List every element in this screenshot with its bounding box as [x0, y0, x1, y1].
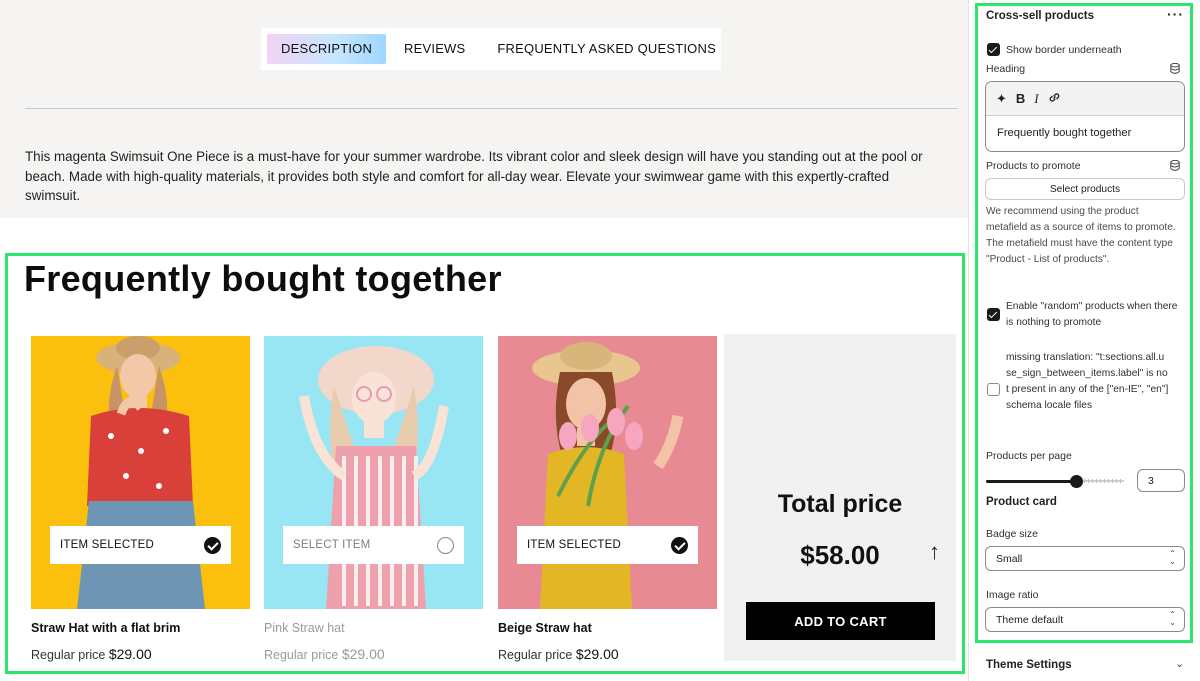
badge-size-value: Small [996, 553, 1023, 565]
select-products-button[interactable]: Select products [985, 178, 1185, 200]
slider-fill [986, 480, 1076, 483]
slider-ticks [1084, 479, 1124, 483]
image-ratio-value: Theme default [996, 614, 1064, 626]
dynamic-source-icon[interactable] [1170, 63, 1180, 74]
product-card-heading: Product card [986, 496, 1057, 508]
storefront-preview: DESCRIPTION REVIEWS FREQUENTLY ASKED QUE… [0, 0, 968, 681]
chevron-down-icon[interactable]: ⌄ [1175, 657, 1184, 670]
cross-sell-section-highlight [5, 253, 965, 674]
heading-input-value[interactable]: Frequently bought together [986, 116, 1184, 139]
products-to-promote-label: Products to promote [986, 160, 1081, 172]
use-sign-checkbox[interactable] [987, 383, 1000, 396]
italic-icon[interactable]: I [1034, 91, 1038, 107]
product-description-section: DESCRIPTION REVIEWS FREQUENTLY ASKED QUE… [0, 0, 968, 218]
dynamic-source-icon[interactable] [1170, 160, 1180, 171]
chevron-up-down-icon: ⌃ ⌄ [1169, 610, 1176, 627]
slider-thumb[interactable] [1070, 475, 1083, 488]
chevron-up-down-icon: ⌃ ⌄ [1169, 549, 1176, 566]
section-title: Cross-sell products [986, 10, 1094, 22]
badge-size-select[interactable]: Small ⌃ ⌄ [985, 546, 1185, 571]
products-per-page-label: Products per page [986, 450, 1072, 462]
rte-toolbar: ✦ B I [986, 82, 1184, 116]
sparkle-icon[interactable]: ✦ [996, 91, 1007, 107]
products-per-page-input[interactable]: 3 [1137, 469, 1185, 492]
badge-size-label: Badge size [986, 528, 1038, 540]
tab-description[interactable]: DESCRIPTION [267, 34, 387, 64]
image-ratio-label: Image ratio [986, 589, 1039, 601]
divider [25, 108, 958, 109]
theme-settings-header[interactable]: Theme Settings [986, 659, 1072, 671]
more-horizontal-icon[interactable]: ··· [1167, 6, 1184, 22]
tab-reviews[interactable]: REVIEWS [390, 34, 479, 64]
products-help-text: We recommend using the product metafield… [986, 206, 1176, 265]
bold-icon[interactable]: B [1016, 91, 1025, 106]
missing-translation-label: missing translation: "t:sections.all.use… [1006, 352, 1169, 411]
show-border-checkbox[interactable] [987, 43, 1000, 56]
product-tabs: DESCRIPTION REVIEWS FREQUENTLY ASKED QUE… [261, 28, 721, 70]
random-products-label: Enable "random" products when there is n… [1006, 301, 1178, 328]
heading-label: Heading [986, 63, 1026, 75]
tab-faq[interactable]: FREQUENTLY ASKED QUESTIONS [483, 34, 730, 64]
product-description: This magenta Swimsuit One Piece is a mus… [25, 149, 923, 203]
show-border-label: Show border underneath [1006, 44, 1122, 56]
heading-rich-text-editor[interactable]: ✦ B I Frequently bought together [985, 81, 1185, 152]
link-icon[interactable] [1048, 91, 1061, 107]
image-ratio-select[interactable]: Theme default ⌃ ⌄ [985, 607, 1185, 632]
random-products-checkbox[interactable] [987, 308, 1000, 321]
